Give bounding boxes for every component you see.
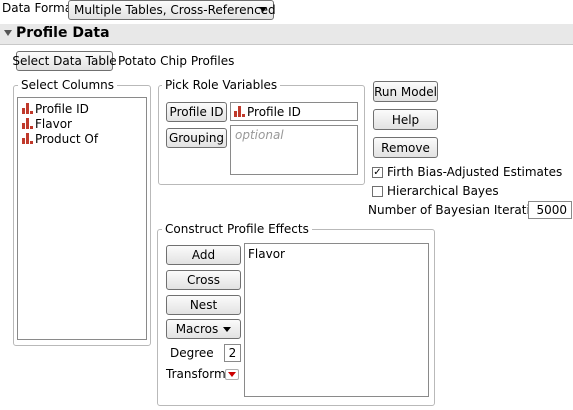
list-item[interactable]: Flavor <box>22 116 142 131</box>
nominal-column-icon <box>22 118 33 129</box>
degree-label: Degree <box>170 346 214 360</box>
bayesian-iterations-input[interactable]: 5000 <box>528 201 572 219</box>
profile-id-role-field[interactable]: Profile ID <box>230 102 358 121</box>
grouping-role-button[interactable]: Grouping <box>166 128 227 148</box>
select-columns-title: Select Columns <box>18 78 118 92</box>
add-button[interactable]: Add <box>166 245 241 265</box>
section-header: Profile Data <box>0 24 573 45</box>
profile-id-role-button[interactable]: Profile ID <box>166 102 227 122</box>
firth-checkbox[interactable]: ✓ <box>372 167 383 178</box>
column-label: Product Of <box>35 131 99 146</box>
chevron-down-icon <box>223 326 232 332</box>
list-item[interactable]: Profile ID <box>22 101 142 116</box>
chevron-down-icon <box>259 7 267 12</box>
data-table-name: Potato Chip Profiles <box>118 54 235 68</box>
column-label: Flavor <box>35 116 72 131</box>
remove-button[interactable]: Remove <box>373 137 438 158</box>
run-model-button[interactable]: Run Model <box>373 81 438 102</box>
transform-label: Transform <box>166 367 226 381</box>
pick-role-title: Pick Role Variables <box>162 78 281 92</box>
bayesian-iterations-label: Number of Bayesian Iterations <box>368 203 551 217</box>
firth-label: Firth Bias-Adjusted Estimates <box>387 165 563 179</box>
data-format-dropdown[interactable]: Multiple Tables, Cross-Referenced <box>68 0 276 20</box>
macros-button[interactable]: Macros <box>166 319 241 339</box>
macros-label: Macros <box>175 322 219 336</box>
column-list[interactable]: Profile ID Flavor Product Of <box>17 97 147 340</box>
data-format-label: Data Format <box>2 1 77 15</box>
hierarchical-bayes-label: Hierarchical Bayes <box>387 184 499 198</box>
disclosure-triangle-icon[interactable] <box>4 30 12 36</box>
column-label: Profile ID <box>35 101 89 116</box>
section-title: Profile Data <box>16 25 110 41</box>
select-data-table-button[interactable]: Select Data Table <box>12 51 117 71</box>
hierarchical-bayes-checkbox[interactable] <box>372 186 383 197</box>
list-item[interactable]: Product Of <box>22 131 142 146</box>
grouping-placeholder: optional <box>235 128 284 142</box>
nominal-column-icon <box>234 106 245 117</box>
list-item[interactable]: Flavor <box>248 246 425 261</box>
help-button[interactable]: Help <box>373 109 438 130</box>
role-item: Profile ID <box>234 104 354 119</box>
profile-id-role-value: Profile ID <box>247 104 301 119</box>
nominal-column-icon <box>22 103 33 114</box>
data-format-value: Multiple Tables, Cross-Referenced <box>74 3 276 17</box>
checkmark-icon: ✓ <box>373 167 382 178</box>
construct-effects-title: Construct Profile Effects <box>162 222 312 236</box>
grouping-role-field[interactable]: optional <box>230 125 358 175</box>
cross-button[interactable]: Cross <box>166 270 241 290</box>
effects-list[interactable]: Flavor <box>244 243 429 397</box>
nominal-column-icon <box>22 133 33 144</box>
transform-menu-icon[interactable] <box>225 369 239 380</box>
degree-input[interactable]: 2 <box>224 344 241 362</box>
nest-button[interactable]: Nest <box>166 295 241 315</box>
